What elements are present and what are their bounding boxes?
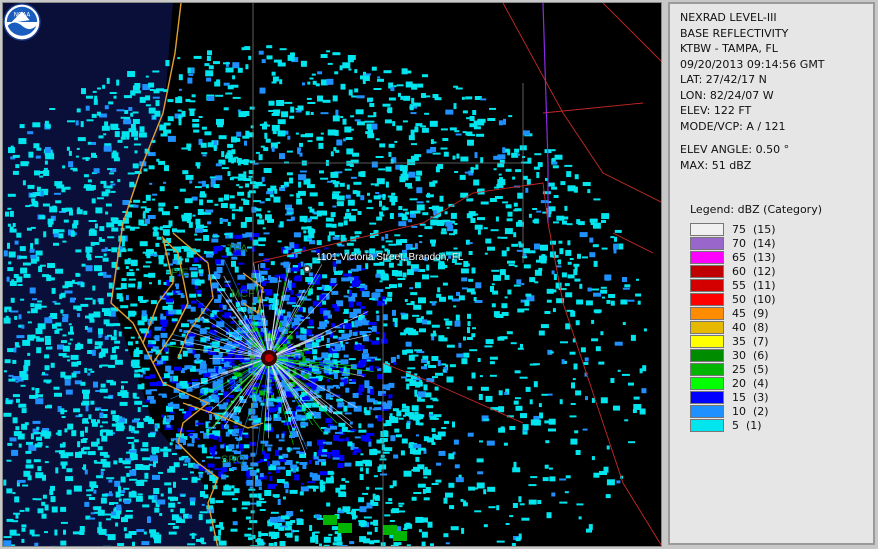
legend-swatch <box>690 348 724 362</box>
legend-row: 60 (12) <box>690 264 863 278</box>
legend-title: Legend: dBZ (Category) <box>690 203 822 216</box>
legend-row: 10 (2) <box>690 404 863 418</box>
legend-swatch <box>690 292 724 306</box>
legend-swatch <box>690 320 724 334</box>
legend-row: 20 (4) <box>690 376 863 390</box>
svg-text:NOAA: NOAA <box>14 12 31 18</box>
metadata-line: ELEV: 122 FT <box>680 104 752 117</box>
legend-row: 65 (13) <box>690 250 863 264</box>
legend-swatch <box>690 222 724 236</box>
radar-map[interactable]: 1101 Victoria Street, Brandon, FL TPA PI… <box>2 2 662 547</box>
legend-swatch <box>690 306 724 320</box>
airport-label-tpa: TPA <box>227 243 248 255</box>
legend-swatch <box>690 376 724 390</box>
legend-label: 20 (4) <box>732 376 769 390</box>
legend-label: 70 (14) <box>732 236 776 250</box>
legend-row: 70 (14) <box>690 236 863 250</box>
legend-label: 10 (2) <box>732 404 769 418</box>
legend-label: 15 (3) <box>732 390 769 404</box>
metadata-line: KTBW - TAMPA, FL <box>680 42 778 55</box>
legend-swatch <box>690 264 724 278</box>
legend-label: 5 (1) <box>732 418 762 432</box>
elev-angle: ELEV ANGLE: 0.50 ° <box>680 143 790 156</box>
airport-label-mcf: MCF <box>231 288 255 300</box>
airport-label-srq: SRQ <box>221 454 245 466</box>
legend-row: 75 (15) <box>690 222 863 236</box>
airport-label-pie: PIE <box>171 267 189 279</box>
legend-row: 5 (1) <box>690 418 863 432</box>
legend-swatch <box>690 362 724 376</box>
legend-swatch <box>690 390 724 404</box>
legend-swatch <box>690 404 724 418</box>
legend-label: 45 (9) <box>732 306 769 320</box>
legend-row: 45 (9) <box>690 306 863 320</box>
legend-swatch <box>690 250 724 264</box>
legend-label: 40 (8) <box>732 320 769 334</box>
legend-swatch <box>690 334 724 348</box>
legend-row: 35 (7) <box>690 334 863 348</box>
metadata-line: LAT: 27/42/17 N <box>680 73 767 86</box>
legend-swatch <box>690 236 724 250</box>
max-reflectivity: MAX: 51 dBZ <box>680 158 752 172</box>
legend-label: 50 (10) <box>732 292 776 306</box>
legend-label: 55 (11) <box>732 278 776 292</box>
legend-rows: 75 (15) 70 (14) 65 (13) 60 (12) 55 (11) 50 (1… <box>680 222 863 432</box>
legend-label: 35 (7) <box>732 334 769 348</box>
metadata-line: MODE/VCP: A / 121 <box>680 119 786 133</box>
legend-label: 60 (12) <box>732 264 776 278</box>
location-marker-icon[interactable] <box>303 265 311 273</box>
legend-label: 65 (13) <box>732 250 776 264</box>
legend-swatch <box>690 418 724 432</box>
product-info-panel: NEXRAD LEVEL-III BASE REFLECTIVITY KTBW - … <box>668 2 875 545</box>
reflectivity-layer <box>3 3 661 546</box>
legend-label: 30 (6) <box>732 348 769 362</box>
legend-label: 75 (15) <box>732 222 776 236</box>
legend-row: 40 (8) <box>690 320 863 334</box>
legend-row: 25 (5) <box>690 362 863 376</box>
legend-row: 55 (11) <box>690 278 863 292</box>
legend-row: 30 (6) <box>690 348 863 362</box>
dbz-legend: Legend: dBZ (Category) 75 (15) 70 (14) 65 … <box>680 203 863 432</box>
metadata-line: NEXRAD LEVEL-III <box>680 11 777 24</box>
legend-swatch <box>690 278 724 292</box>
location-label: 1101 Victoria Street, Brandon, FL <box>316 252 464 263</box>
metadata-line: BASE REFLECTIVITY <box>680 26 789 40</box>
legend-row: 15 (3) <box>690 390 863 404</box>
radar-viewer: 1101 Victoria Street, Brandon, FL TPA PI… <box>0 0 878 549</box>
noaa-logo-icon: NOAA <box>3 3 41 41</box>
legend-row: 50 (10) <box>690 292 863 306</box>
metadata-line: 09/20/2013 09:14:56 GMT <box>680 57 825 71</box>
product-metadata: NEXRAD LEVEL-III BASE REFLECTIVITY KTBW - … <box>680 10 863 134</box>
metadata-line: LON: 82/24/07 W <box>680 88 774 102</box>
legend-label: 25 (5) <box>732 362 769 376</box>
